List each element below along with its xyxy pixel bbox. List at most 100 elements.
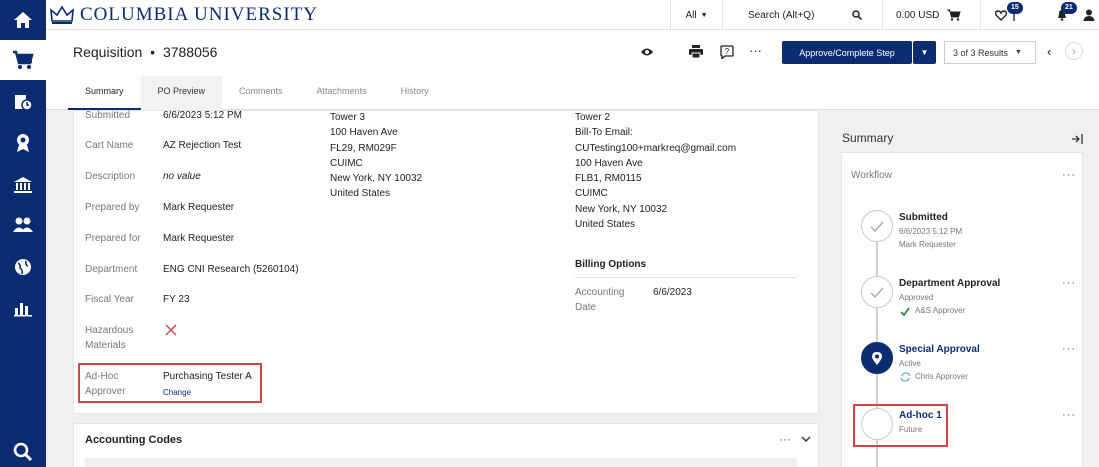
bill-line: New York, NY 10032	[575, 203, 668, 215]
submitted-value: 6/6/2023 5:12 PM	[163, 110, 242, 121]
step-detail: Active	[899, 359, 921, 368]
approve-complete-step-button[interactable]: Approve/Complete Step	[782, 41, 912, 64]
cart-name-value: AZ Rejection Test	[163, 140, 242, 151]
step-name[interactable]: Special Approval	[899, 344, 980, 355]
user-icon	[1083, 9, 1095, 21]
suppliers-icon[interactable]	[0, 205, 46, 245]
submitted-label: Submitted	[85, 110, 131, 121]
check-icon	[870, 221, 884, 232]
change-link[interactable]: Change	[163, 385, 191, 400]
ship-line: United States	[330, 188, 391, 200]
favorites-button[interactable]: 15	[980, 0, 1030, 30]
step-detail: 6/6/2023 5:12 PM	[899, 227, 963, 236]
top-bar: COLUMBIA UNIVERSITY All ▼ Search (Alt+Q)…	[46, 0, 1099, 30]
prepared-for-value: Mark Requester	[163, 233, 235, 244]
bill-line: CUIMC	[575, 188, 608, 200]
step-name[interactable]: Ad-hoc 1	[899, 410, 942, 421]
ship-line: New York, NY 10032	[330, 173, 423, 185]
cart-amount: 0.00 USD	[896, 9, 940, 21]
tab-bar: Summary PO Preview Comments Attachments …	[68, 76, 446, 110]
prepared-by-label: Prepared by	[85, 202, 140, 213]
tab-comments[interactable]: Comments	[222, 76, 300, 110]
department-value: ENG CNI Research (5260104)	[163, 264, 299, 275]
crown-icon	[50, 5, 74, 24]
accounting-codes-title: Accounting Codes	[85, 434, 183, 446]
step-detail: Approved	[899, 293, 934, 302]
prepared-by-value: Mark Requester	[163, 202, 235, 213]
prepared-for-label: Prepared for	[85, 233, 141, 244]
caret-down-icon: ▼	[920, 48, 929, 57]
bill-line: FLB1, RM0115	[575, 173, 642, 185]
help-icon[interactable]: ?	[720, 45, 734, 59]
results-selector[interactable]: 3 of 3 Results ▼	[944, 41, 1036, 64]
caret-down-icon: ▼	[700, 11, 708, 19]
step-name[interactable]: Department Approval	[899, 278, 1000, 289]
workflow-title: Workflow	[851, 170, 892, 181]
award-icon[interactable]	[0, 123, 46, 163]
document-header: Requisition • 3788056 ? ··· Approve/Comp…	[46, 30, 1099, 110]
fiscal-year-value: FY 23	[163, 294, 190, 305]
previous-result-button[interactable]: ‹	[1047, 44, 1051, 59]
approve-options-dropdown[interactable]: ▼	[913, 41, 936, 64]
cart-button[interactable]: 0.00 USD	[882, 0, 980, 30]
step-more-button[interactable]: ···	[1062, 277, 1076, 289]
step-name[interactable]: Submitted	[899, 212, 948, 223]
search-scope-label: All	[685, 9, 697, 21]
home-icon[interactable]	[0, 0, 46, 40]
search-scope-dropdown[interactable]: All ▼	[670, 0, 722, 30]
workflow-card: Workflow ··· Submitted 6/6/2023 5:12 PM …	[841, 152, 1083, 467]
x-mark-icon	[165, 324, 177, 336]
step-complete-circle	[861, 210, 893, 242]
chevron-down-icon[interactable]	[801, 436, 811, 443]
step-detail: Future	[899, 425, 923, 434]
more-actions-button[interactable]: ···	[749, 43, 762, 58]
tab-po-preview[interactable]: PO Preview	[140, 76, 223, 110]
step-complete-circle	[861, 276, 893, 308]
columbia-logo[interactable]: COLUMBIA UNIVERSITY	[50, 4, 318, 26]
accounting-more-button[interactable]: ···	[779, 432, 791, 446]
billing-options-heading: Billing Options	[575, 259, 647, 270]
bill-line: 100 Haven Ave	[575, 157, 643, 169]
search-icon	[852, 10, 862, 20]
search-icon[interactable]	[0, 432, 46, 467]
tab-history[interactable]: History	[384, 76, 446, 110]
requisition-number: 3788056	[162, 44, 218, 60]
step-active-circle	[861, 342, 893, 374]
left-nav	[0, 0, 46, 467]
analytics-icon[interactable]	[0, 288, 46, 328]
bank-icon[interactable]	[0, 165, 46, 205]
bill-line: Tower 2	[575, 112, 611, 123]
eye-icon[interactable]	[640, 47, 654, 57]
adhoc-label-line2: Approver	[85, 386, 126, 397]
title-separator: •	[150, 44, 156, 60]
globe-icon[interactable]	[0, 247, 46, 287]
search-placeholder: Search (Alt+Q)	[748, 9, 815, 21]
green-check-icon	[900, 307, 910, 316]
step-more-button[interactable]: ···	[1062, 409, 1076, 421]
results-label: 3 of 3 Results	[953, 47, 1009, 58]
shop-cart-icon[interactable]	[0, 40, 46, 80]
notifications-button[interactable]: 21	[1053, 0, 1079, 30]
next-result-button[interactable]: ›	[1065, 42, 1083, 60]
check-icon	[870, 287, 884, 298]
workflow-more-button[interactable]: ···	[1062, 169, 1076, 181]
ship-to-address: Tower 3 100 Haven Ave FL29, RM029F CUIMC…	[330, 110, 422, 202]
notification-badge: 21	[1061, 2, 1077, 14]
location-pin-icon	[872, 351, 882, 365]
logo-text: COLUMBIA UNIVERSITY	[80, 4, 319, 25]
clipped-header	[851, 153, 911, 155]
user-profile-button[interactable]	[1079, 0, 1099, 30]
search-input[interactable]: Search (Alt+Q)	[722, 0, 882, 30]
step-more-button[interactable]: ···	[1062, 343, 1076, 355]
documents-icon[interactable]	[0, 82, 46, 122]
description-value: no value	[163, 171, 201, 182]
ship-line: FL29, RM029F	[330, 142, 397, 154]
caret-down-icon: ▼	[1015, 49, 1022, 56]
tab-attachments[interactable]: Attachments	[300, 76, 384, 110]
step-detail: Mark Requester	[899, 240, 956, 249]
collapse-panel-icon[interactable]	[1071, 134, 1083, 144]
description-label: Description	[85, 171, 136, 182]
print-icon[interactable]	[689, 45, 703, 58]
tab-summary[interactable]: Summary	[68, 76, 141, 110]
general-details-card: Submitted 6/6/2023 5:12 PM Cart Name AZ …	[73, 110, 819, 414]
